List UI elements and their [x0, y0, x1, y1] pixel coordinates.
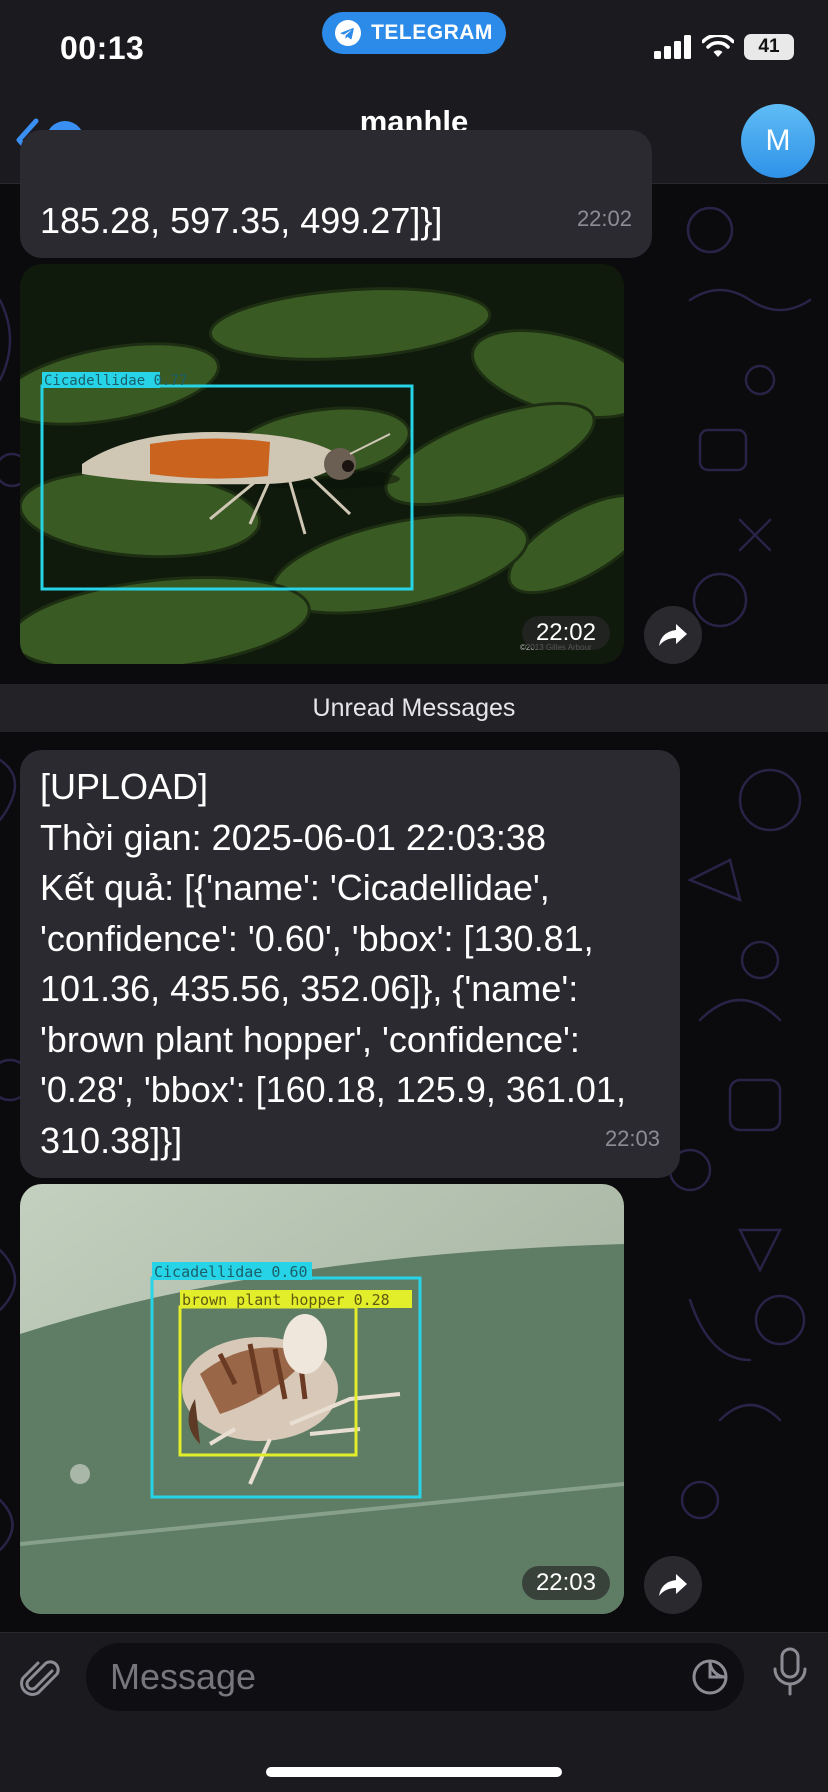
share-button[interactable]: [644, 606, 702, 664]
share-button[interactable]: [644, 1556, 702, 1614]
home-indicator[interactable]: [266, 1767, 562, 1777]
sticker-icon: [692, 1659, 728, 1695]
attach-button[interactable]: [18, 1657, 64, 1708]
message-text: [UPLOAD] Thời gian: 2025-06-01 22:03:38 …: [40, 766, 626, 1161]
sticker-button[interactable]: [690, 1657, 730, 1702]
voice-record-button[interactable]: [772, 1647, 808, 1702]
unread-divider: Unread Messages: [0, 684, 828, 732]
composer-bar: [0, 1632, 828, 1792]
status-icons: 41: [654, 34, 794, 60]
photo-time: 22:03: [521, 1566, 610, 1600]
avatar[interactable]: M: [741, 104, 815, 178]
telegram-icon: [335, 20, 362, 46]
paperclip-icon: [20, 1660, 60, 1696]
telegram-return-pill[interactable]: TELEGRAM: [322, 12, 506, 54]
signal-icon: [654, 35, 691, 59]
detection-label: brown plant hopper 0.28: [182, 1291, 390, 1309]
microphone-icon: [773, 1647, 807, 1696]
photo-message[interactable]: Cicadellidae 0.60 brown plant hopper 0.2…: [20, 1184, 624, 1614]
insect-photo: Cicadellidae 0.77 ©2013 Gilles Arbour: [20, 264, 624, 664]
insect-photo: Cicadellidae 0.60 brown plant hopper 0.2…: [20, 1184, 624, 1614]
message-text: 185.28, 597.35, 499.27]}]: [40, 200, 443, 241]
message-time: 22:03: [604, 1125, 660, 1151]
battery-icon: 41: [744, 34, 794, 60]
detection-label: Cicadellidae 0.77: [44, 373, 187, 389]
wifi-icon: [702, 35, 734, 57]
message-input-container: [86, 1643, 744, 1711]
photo-time: 22:02: [521, 616, 610, 650]
telegram-pill-label: TELEGRAM: [371, 21, 493, 44]
message-input[interactable]: [110, 1657, 670, 1697]
photo-message[interactable]: Cicadellidae 0.77 ©2013 Gilles Arbour 22…: [20, 264, 624, 664]
message-bubble[interactable]: 185.28, 597.35, 499.27]}] 22:02: [20, 130, 652, 258]
status-time: 00:13: [60, 30, 145, 66]
message-time: 22:02: [576, 206, 632, 231]
message-bubble[interactable]: [UPLOAD] Thời gian: 2025-06-01 22:03:38 …: [20, 750, 680, 1178]
detection-label: Cicadellidae 0.60: [154, 1263, 308, 1281]
share-arrow-icon: [659, 624, 687, 646]
share-arrow-icon: [659, 1574, 687, 1596]
